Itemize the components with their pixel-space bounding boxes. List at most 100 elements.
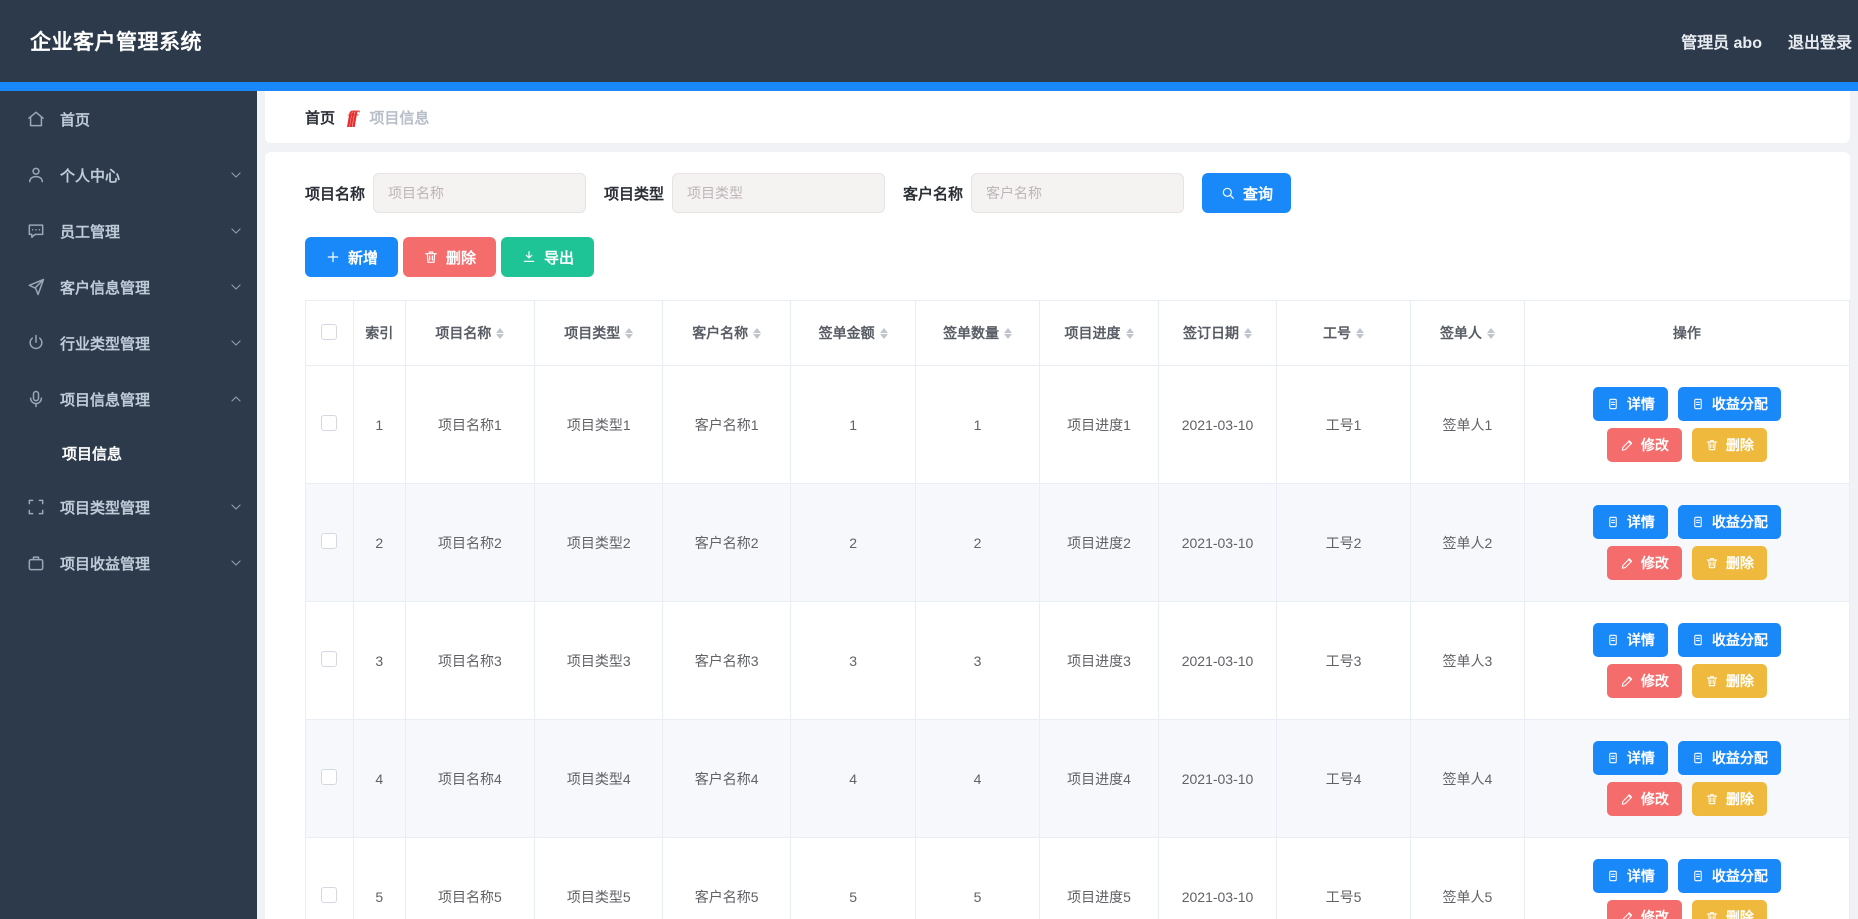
table-header-客户名称[interactable]: 客户名称 — [663, 301, 790, 366]
actions-row-2: 修改 删除 — [1607, 546, 1767, 580]
delete-button[interactable]: 删除 — [403, 237, 496, 277]
chevron-down-icon — [229, 336, 243, 350]
sort-carets-icon[interactable] — [1004, 328, 1012, 339]
table-header-签单人[interactable]: 签单人 — [1411, 301, 1525, 366]
profit-allocation-button[interactable]: 收益分配 — [1678, 859, 1781, 893]
profit-allocation-button[interactable]: 收益分配 — [1678, 623, 1781, 657]
sort-carets-icon[interactable] — [1356, 328, 1364, 339]
search-label: 客户名称 — [903, 183, 963, 204]
profit-allocation-button[interactable]: 收益分配 — [1678, 387, 1781, 421]
row-checkbox[interactable] — [321, 533, 337, 549]
sidebar-item-首页[interactable]: 首页 — [0, 91, 257, 147]
sidebar-item-员工管理[interactable]: 员工管理 — [0, 203, 257, 259]
detail-button[interactable]: 详情 — [1593, 623, 1668, 657]
row-delete-button[interactable]: 删除 — [1692, 664, 1767, 698]
detail-button[interactable]: 详情 — [1593, 859, 1668, 893]
sortable-header: 项目类型 — [564, 323, 633, 343]
profit-allocation-button[interactable]: 收益分配 — [1678, 505, 1781, 539]
sort-carets-icon[interactable] — [880, 328, 888, 339]
cell-employee_no: 工号5 — [1276, 838, 1410, 919]
sidebar-item-个人中心[interactable]: 个人中心 — [0, 147, 257, 203]
cell-employee_no: 工号1 — [1276, 366, 1410, 484]
sortable-header: 项目名称 — [435, 323, 504, 343]
sidebar-item-项目信息管理[interactable]: 项目信息管理 — [0, 371, 257, 427]
cell-employee_no: 工号2 — [1276, 484, 1410, 602]
sort-carets-icon[interactable] — [625, 328, 633, 339]
action-button-label: 收益分配 — [1712, 866, 1768, 886]
edit-button[interactable]: 修改 — [1607, 546, 1682, 580]
row-delete-button[interactable]: 删除 — [1692, 428, 1767, 462]
table-header-工号[interactable]: 工号 — [1276, 301, 1410, 366]
search-input-3[interactable] — [971, 173, 1184, 213]
cell-project_type: 项目类型1 — [535, 366, 663, 484]
sort-carets-icon[interactable] — [1126, 328, 1134, 339]
cell-sign_date: 2021-03-10 — [1159, 720, 1277, 838]
sidebar-menu: 首页个人中心员工管理客户信息管理行业类型管理项目信息管理项目信息项目类型管理项目… — [0, 91, 257, 591]
profit-allocation-button[interactable]: 收益分配 — [1678, 741, 1781, 775]
table-header-项目名称[interactable]: 项目名称 — [405, 301, 534, 366]
edit-button[interactable]: 修改 — [1607, 664, 1682, 698]
edit-button[interactable]: 修改 — [1607, 782, 1682, 816]
edit-button[interactable]: 修改 — [1607, 428, 1682, 462]
document-icon — [1606, 633, 1620, 647]
breadcrumb-home[interactable]: 首页 — [305, 107, 335, 128]
detail-button[interactable]: 详情 — [1593, 741, 1668, 775]
row-actions-cell: 详情 收益分配修改删除 — [1524, 602, 1849, 720]
cell-index: 5 — [353, 838, 405, 919]
action-button-label: 删除 — [1726, 907, 1754, 919]
row-delete-button[interactable]: 删除 — [1692, 900, 1767, 919]
action-button-label: 收益分配 — [1712, 630, 1768, 650]
home-icon — [26, 109, 46, 129]
table-header-项目类型[interactable]: 项目类型 — [535, 301, 663, 366]
sort-carets-icon[interactable] — [753, 328, 761, 339]
search-input-1[interactable] — [373, 173, 586, 213]
row-select-cell — [306, 838, 354, 919]
row-checkbox[interactable] — [321, 651, 337, 667]
sort-carets-icon[interactable] — [1244, 328, 1252, 339]
main-content: 首页 fff 项目信息 项目名称项目类型客户名称查询 新增删除导出 索引项目名称… — [257, 91, 1858, 919]
add-button[interactable]: 新增 — [305, 237, 398, 277]
row-actions: 详情收益分配修改删除 — [1529, 387, 1845, 462]
search-form: 项目名称项目类型客户名称查询 — [305, 173, 1850, 213]
document-icon — [1691, 397, 1705, 411]
row-delete-button[interactable]: 删除 — [1692, 546, 1767, 580]
table-header-项目进度[interactable]: 项目进度 — [1039, 301, 1158, 366]
cell-project_name: 项目名称1 — [405, 366, 534, 484]
export-button[interactable]: 导出 — [501, 237, 594, 277]
cell-quantity: 3 — [916, 602, 1039, 720]
sort-carets-icon[interactable] — [496, 328, 504, 339]
sort-carets-icon[interactable] — [1487, 328, 1495, 339]
actions-row-1: 详情收益分配 — [1593, 505, 1781, 539]
search-input-2[interactable] — [672, 173, 885, 213]
logout-link[interactable]: 退出登录 — [1788, 29, 1852, 53]
row-select-cell — [306, 366, 354, 484]
table-row: 4项目名称4项目类型4客户名称444项目进度42021-03-10工号4签单人4… — [306, 720, 1850, 838]
action-button-label: 修改 — [1641, 553, 1669, 573]
cell-progress: 项目进度1 — [1039, 366, 1158, 484]
accent-strip — [0, 82, 1858, 91]
table-header-签单数量[interactable]: 签单数量 — [916, 301, 1039, 366]
sidebar-item-label: 首页 — [60, 109, 243, 130]
select-all-checkbox[interactable] — [321, 324, 337, 340]
cell-signer: 签单人2 — [1411, 484, 1525, 602]
detail-button[interactable]: 详情 — [1593, 505, 1668, 539]
sidebar-subitem-项目信息[interactable]: 项目信息 — [0, 427, 257, 479]
query-button[interactable]: 查询 — [1202, 173, 1291, 213]
row-checkbox[interactable] — [321, 769, 337, 785]
sidebar-item-客户信息管理[interactable]: 客户信息管理 — [0, 259, 257, 315]
chevron-down-icon — [229, 168, 243, 182]
sidebar-item-行业类型管理[interactable]: 行业类型管理 — [0, 315, 257, 371]
sidebar-item-项目类型管理[interactable]: 项目类型管理 — [0, 479, 257, 535]
detail-button[interactable]: 详情 — [1593, 387, 1668, 421]
sidebar-item-项目收益管理[interactable]: 项目收益管理 — [0, 535, 257, 591]
chat-icon — [26, 221, 46, 241]
sidebar-item-label: 员工管理 — [60, 221, 229, 242]
edit-button[interactable]: 修改 — [1607, 900, 1682, 919]
row-checkbox[interactable] — [321, 887, 337, 903]
table-header-签订日期[interactable]: 签订日期 — [1159, 301, 1277, 366]
current-user[interactable]: 管理员 abo — [1681, 29, 1762, 53]
row-delete-button[interactable]: 删除 — [1692, 782, 1767, 816]
table-header-签单金额[interactable]: 签单金额 — [790, 301, 915, 366]
trash-icon — [1705, 910, 1719, 919]
row-checkbox[interactable] — [321, 415, 337, 431]
